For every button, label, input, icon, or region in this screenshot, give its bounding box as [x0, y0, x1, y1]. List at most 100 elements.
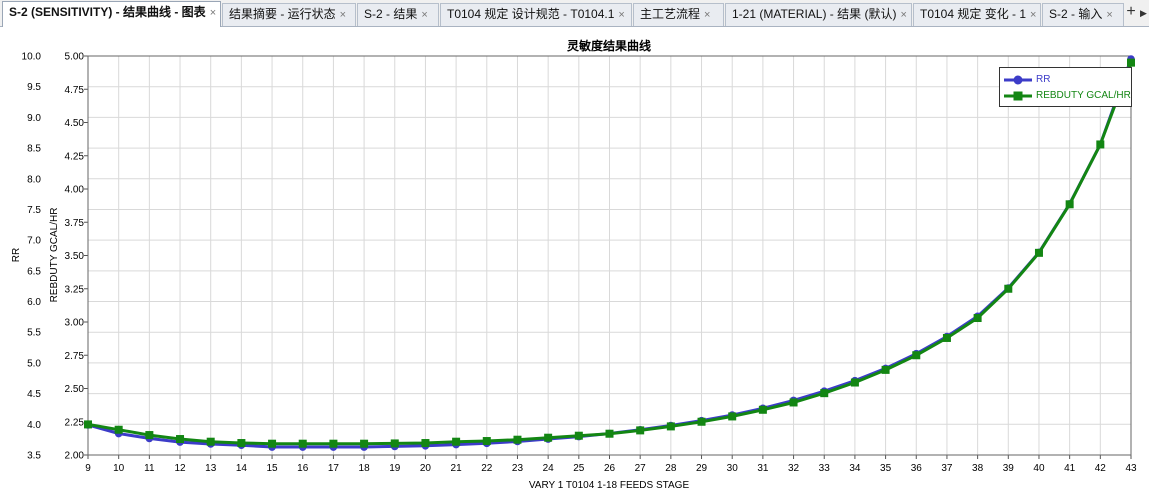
y-right-axis-label: REBDUTY GCAL/HR — [49, 208, 60, 303]
scroll-tabs-icon[interactable]: ▶ — [1138, 3, 1149, 23]
rebduty-data-point — [544, 433, 553, 442]
tab-label: S-2 - 结果 — [364, 7, 418, 21]
rebduty-data-point — [789, 398, 798, 407]
x-tick-label: 38 — [972, 463, 984, 474]
y-right-tick-label: 2.00 — [65, 451, 85, 462]
y-left-tick-label: 7.0 — [27, 236, 41, 247]
rebduty-data-point — [390, 439, 399, 448]
x-tick-label: 31 — [757, 463, 769, 474]
close-icon[interactable]: × — [1030, 9, 1036, 21]
y-right-tick-label: 4.75 — [65, 85, 85, 96]
x-tick-label: 37 — [941, 463, 953, 474]
y-left-tick-label: 4.0 — [27, 420, 41, 431]
y-left-axis-label: RR — [11, 248, 22, 262]
rebduty-data-point — [605, 429, 614, 438]
rebduty-data-point — [176, 435, 185, 444]
rebduty-data-point — [237, 439, 246, 448]
x-tick-label: 42 — [1095, 463, 1107, 474]
y-left-tick-label: 9.5 — [27, 82, 41, 93]
rebduty-data-point — [881, 365, 890, 374]
x-tick-label: 32 — [788, 463, 800, 474]
close-icon[interactable]: × — [421, 9, 427, 21]
x-tick-label: 25 — [573, 463, 585, 474]
rebduty-data-point — [145, 431, 154, 440]
rebduty-data-point — [482, 437, 491, 446]
rebduty-data-point — [1065, 200, 1074, 209]
y-right-tick-label: 3.75 — [65, 218, 85, 229]
close-icon[interactable]: × — [340, 9, 346, 21]
close-icon[interactable]: × — [618, 9, 624, 21]
legend-item-rebduty: REBDUTY GCAL/HR — [1004, 89, 1131, 103]
x-tick-label: 13 — [205, 463, 217, 474]
tab-label: T0104 规定 设计规范 - T0104.1 — [447, 7, 615, 21]
tab-label: 结果摘要 - 运行状态 — [229, 7, 336, 21]
rebduty-data-point — [666, 422, 675, 431]
legend-line-square-icon — [1004, 91, 1032, 101]
chart-legend: RR REBDUTY GCAL/HR — [999, 67, 1132, 107]
x-tick-label: 23 — [512, 463, 524, 474]
x-tick-label: 29 — [696, 463, 708, 474]
y-right-tick-label: 2.25 — [65, 417, 85, 428]
close-icon[interactable]: × — [900, 9, 906, 21]
x-tick-label: 16 — [297, 463, 309, 474]
tab-s2-input[interactable]: S-2 - 输入 × — [1042, 3, 1124, 26]
rebduty-data-point — [636, 426, 645, 435]
x-tick-label: 43 — [1125, 463, 1137, 474]
legend-line-circle-icon — [1004, 75, 1032, 85]
x-tick-label: 14 — [236, 463, 248, 474]
x-tick-label: 9 — [85, 463, 91, 474]
tab-main-flowsheet[interactable]: 主工艺流程 × — [633, 3, 724, 26]
legend-label: REBDUTY GCAL/HR — [1036, 90, 1131, 101]
x-tick-label: 35 — [880, 463, 892, 474]
rebduty-data-point — [912, 351, 921, 360]
x-tick-label: 15 — [266, 463, 278, 474]
tab-label: 主工艺流程 — [640, 7, 701, 21]
close-icon[interactable]: × — [1106, 9, 1112, 21]
legend-item-rr: RR — [1004, 73, 1130, 87]
x-tick-label: 19 — [389, 463, 401, 474]
x-tick-label: 27 — [635, 463, 647, 474]
y-right-tick-label: 2.75 — [65, 351, 85, 362]
y-left-tick-label: 6.0 — [27, 297, 41, 308]
rebduty-data-point — [1127, 58, 1135, 67]
rebduty-data-point — [574, 431, 583, 440]
legend-label: RR — [1036, 74, 1051, 85]
chart-title: 灵敏度结果曲线 — [567, 38, 651, 53]
rebduty-data-point — [973, 314, 982, 323]
tab-stream-results[interactable]: 1-21 (MATERIAL) - 结果 (默认) × — [725, 3, 912, 26]
tab-label: 1-21 (MATERIAL) - 结果 (默认) — [732, 7, 897, 21]
y-right-tick-label: 4.50 — [65, 118, 85, 129]
x-axis-label: VARY 1 T0104 1-18 FEEDS STAGE — [529, 480, 690, 491]
close-icon[interactable]: × — [210, 7, 216, 19]
x-tick-label: 36 — [911, 463, 923, 474]
rebduty-data-point — [1096, 140, 1105, 149]
rebduty-data-point — [329, 439, 338, 448]
x-tick-label: 21 — [451, 463, 463, 474]
add-tab-icon[interactable]: + — [1124, 2, 1138, 22]
x-tick-label: 24 — [543, 463, 555, 474]
y-left-tick-label: 8.5 — [27, 144, 41, 155]
tab-t0104-vary[interactable]: T0104 规定 变化 - 1 × — [913, 3, 1041, 26]
tab-sensitivity-chart[interactable]: S-2 (SENSITIVITY) - 结果曲线 - 图表 × — [2, 1, 221, 27]
y-right-tick-label: 4.25 — [65, 151, 85, 162]
tab-t0104-design-spec[interactable]: T0104 规定 设计规范 - T0104.1 × — [440, 3, 632, 26]
x-tick-label: 20 — [420, 463, 432, 474]
rebduty-data-point — [1034, 248, 1043, 257]
tab-label: S-2 (SENSITIVITY) - 结果曲线 - 图表 — [9, 5, 206, 19]
y-right-tick-label: 3.25 — [65, 284, 85, 295]
x-tick-label: 34 — [849, 463, 861, 474]
rebduty-data-point — [820, 389, 829, 398]
rebduty-data-point — [942, 333, 951, 342]
close-icon[interactable]: × — [704, 9, 710, 21]
tab-results-summary[interactable]: 结果摘要 - 运行状态 × — [222, 3, 356, 26]
rebduty-data-point — [298, 439, 307, 448]
tab-s2-results[interactable]: S-2 - 结果 × — [357, 3, 439, 26]
x-tick-label: 10 — [113, 463, 125, 474]
x-tick-label: 40 — [1033, 463, 1045, 474]
rebduty-data-point — [84, 420, 92, 429]
x-tick-label: 41 — [1064, 463, 1076, 474]
rebduty-data-point — [513, 435, 522, 444]
rebduty-data-point — [758, 405, 767, 414]
y-left-tick-label: 7.5 — [27, 205, 41, 216]
y-left-tick-label: 6.5 — [27, 266, 41, 277]
